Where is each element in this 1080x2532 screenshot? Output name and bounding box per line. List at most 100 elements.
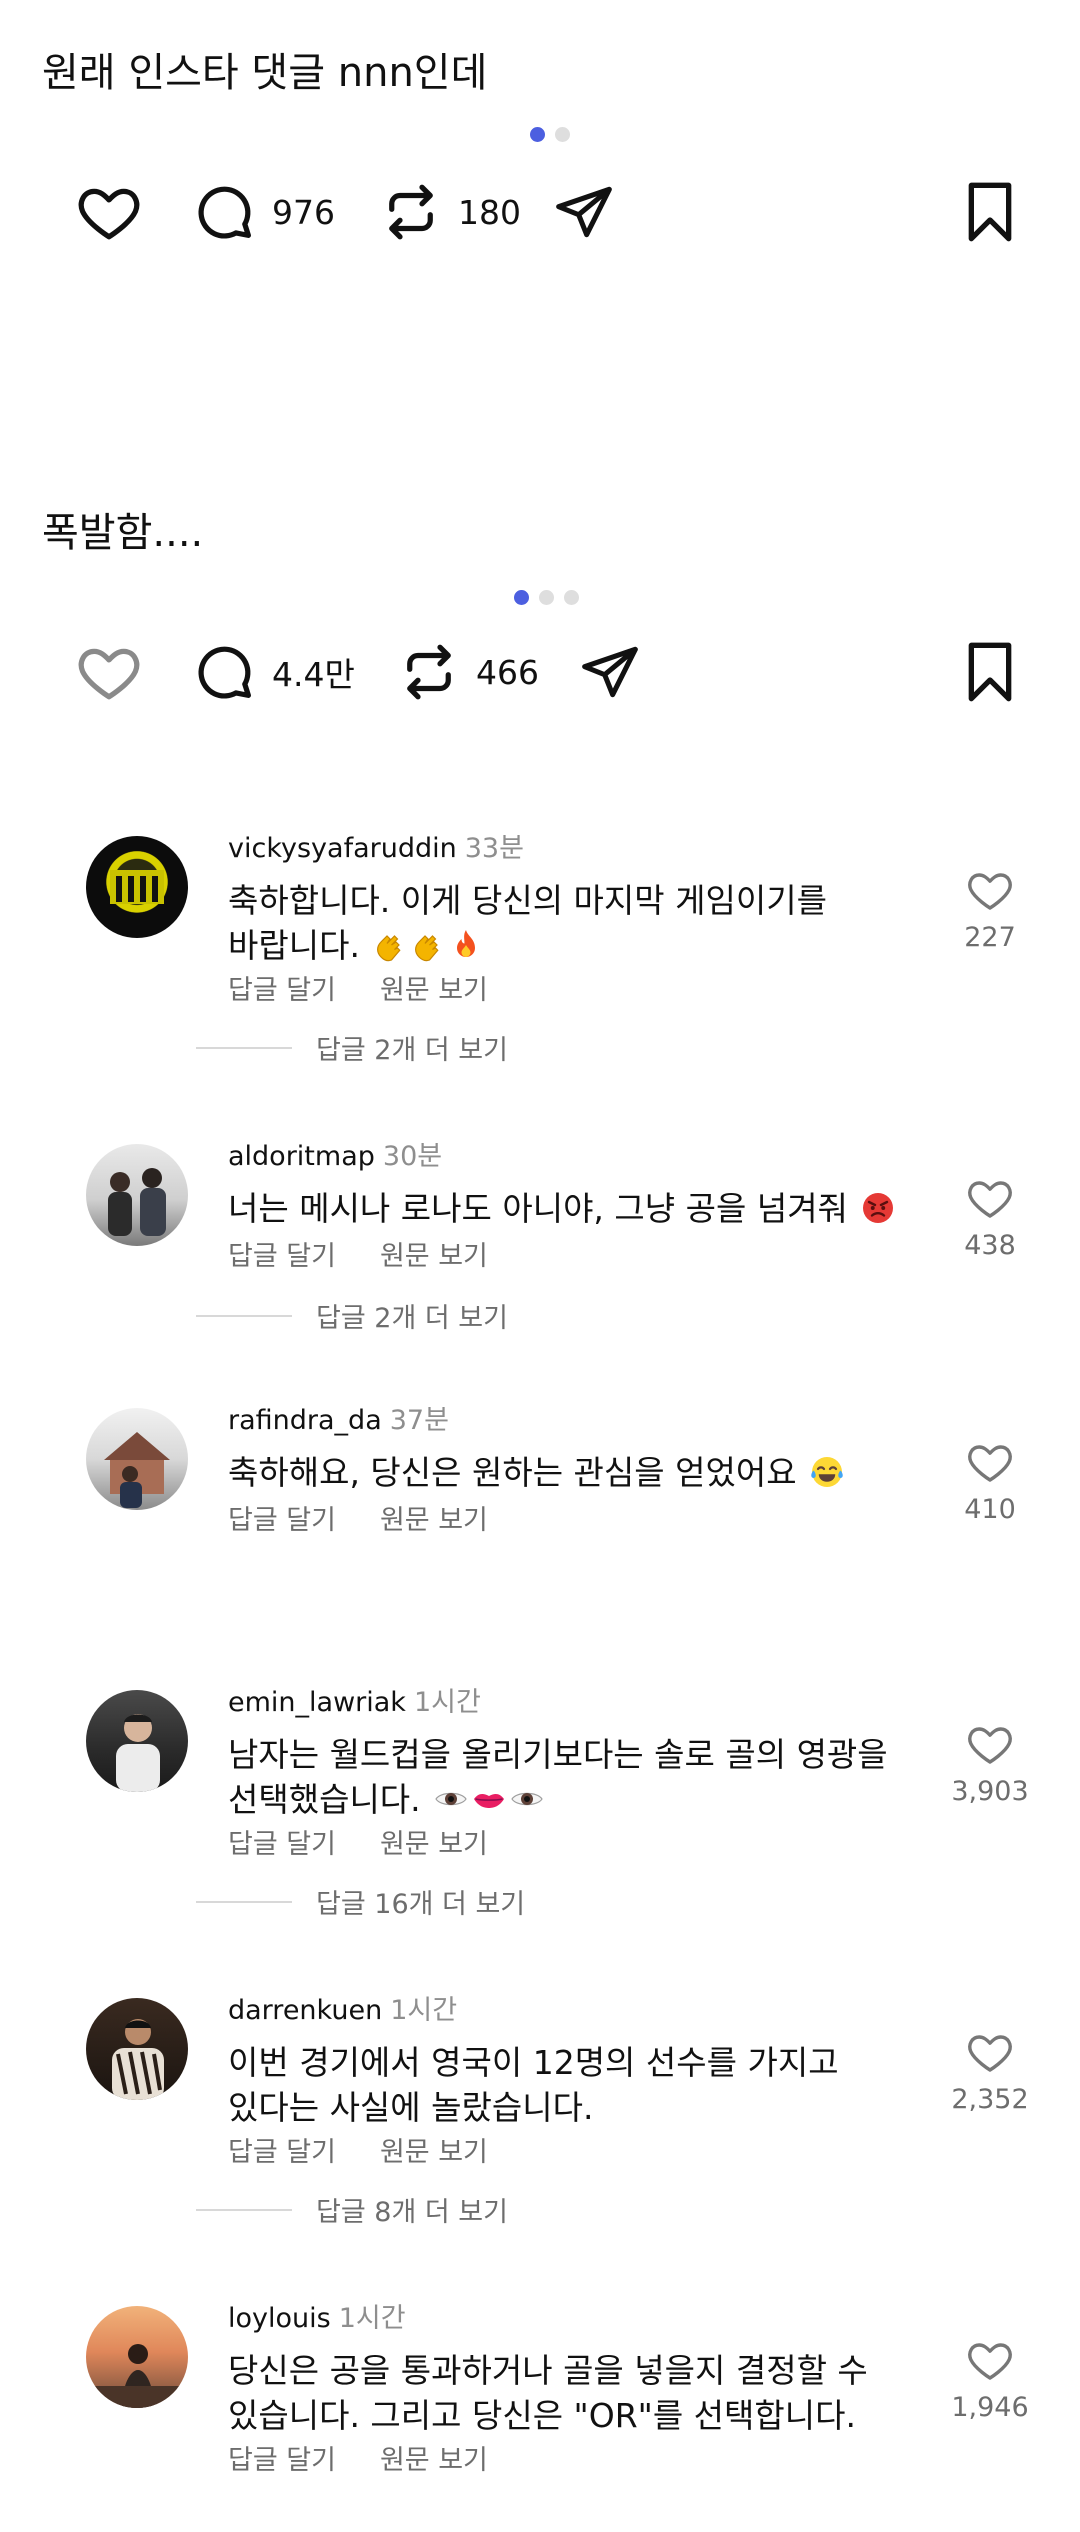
reply-button[interactable]: 답글 달기 — [228, 975, 336, 1006]
comment-meta: darrenkuen 1시간 — [228, 1988, 457, 2027]
avatar[interactable] — [86, 1690, 188, 1792]
timestamp: 1시간 — [413, 1687, 481, 1718]
bookmark-button[interactable] — [960, 180, 1020, 248]
username[interactable]: loylouis — [228, 2303, 331, 2334]
repost-icon — [389, 184, 433, 240]
comment-text: 너는 메시나 로나도 아니야, 그냥 공을 넘겨줘 — [228, 1186, 928, 1231]
timestamp: 1시간 — [390, 1995, 458, 2026]
reply-button[interactable]: 답글 달기 — [228, 1505, 336, 1536]
comment-actions: 답글 달기 원문 보기 — [228, 968, 532, 1007]
comment-item: emin_lawriak 1시간 남자는 월드컵을 올리기보다는 솔로 골의 영광… — [0, 1680, 1080, 1940]
username[interactable]: darrenkuen — [228, 1995, 382, 2026]
view-more-replies[interactable]: 답글 2개 더 보기 — [196, 1028, 508, 1067]
share-button[interactable] — [578, 632, 642, 712]
avatar-image — [104, 1432, 170, 1508]
view-original-button[interactable]: 원문 보기 — [380, 1241, 488, 1272]
avatar-image — [108, 1168, 166, 1236]
username[interactable]: emin_lawriak — [228, 1687, 406, 1718]
bookmark-icon — [968, 642, 1012, 702]
view-original-button[interactable]: 원문 보기 — [380, 2137, 488, 2168]
send-icon — [556, 186, 612, 238]
view-original-button[interactable]: 원문 보기 — [380, 2445, 488, 2476]
heart-icon — [78, 188, 140, 240]
avatar[interactable] — [86, 1998, 188, 2100]
comment-line: 이번 경기에서 영국이 12명의 선수를 가지고 — [228, 2043, 839, 2082]
share-button[interactable] — [552, 172, 616, 252]
divider — [196, 1314, 292, 1317]
view-more-replies[interactable]: 답글 2개 더 보기 — [196, 1296, 508, 1335]
view-original-button[interactable]: 원문 보기 — [380, 1505, 488, 1536]
divider — [196, 1046, 292, 1049]
reply-button[interactable]: 답글 달기 — [228, 2137, 336, 2168]
comment-meta: loylouis 1시간 — [228, 2296, 406, 2335]
reply-button[interactable]: 답글 달기 — [228, 1829, 336, 1860]
comment-text: 당신은 공을 통과하거나 골을 넣을지 결정할 수 있습니다. 그리고 당신은 … — [228, 2348, 918, 2438]
repost-count: 466 — [476, 652, 539, 692]
view-original-button[interactable]: 원문 보기 — [380, 975, 488, 1006]
comment-actions: 답글 달기 원문 보기 — [228, 2130, 532, 2169]
view-more-replies-label: 답글 8개 더 보기 — [316, 2197, 508, 2228]
bookmark-button[interactable] — [960, 640, 1020, 708]
heart-icon — [968, 1181, 1012, 1218]
view-original-button[interactable]: 원문 보기 — [380, 1829, 488, 1860]
comment-item: vickysyafaruddin 33분 축하합니다. 이게 당신의 마지막 게임… — [0, 826, 1080, 1086]
username[interactable]: aldoritmap — [228, 1141, 375, 1172]
comment-meta: vickysyafaruddin 33분 — [228, 826, 524, 865]
speech-bubble-icon — [198, 646, 251, 699]
like-count: 438 — [964, 1230, 1016, 1261]
reply-button[interactable]: 답글 달기 — [228, 2445, 336, 2476]
lips-icon — [474, 1794, 505, 1808]
like-count: 227 — [964, 922, 1016, 953]
repost-button[interactable]: 466 — [396, 632, 539, 712]
page-dot — [530, 127, 545, 142]
comment-like[interactable]: 1,946 — [940, 2336, 1040, 2423]
comment-meta: emin_lawriak 1시간 — [228, 1680, 481, 1719]
comment-button[interactable]: 976 — [192, 172, 335, 252]
avatar-image — [86, 2344, 188, 2408]
view-more-replies[interactable]: 답글 16개 더 보기 — [196, 1882, 525, 1921]
view-more-replies[interactable]: 답글 8개 더 보기 — [196, 2190, 508, 2229]
send-icon — [582, 646, 638, 698]
fire-icon — [457, 930, 476, 957]
like-button[interactable] — [76, 172, 142, 252]
divider — [196, 2208, 292, 2211]
comment-actions: 답글 달기 원문 보기 — [228, 1234, 532, 1273]
repost-button[interactable]: 180 — [378, 172, 521, 252]
post-2-caption: 폭발함.... — [42, 510, 204, 556]
avatar-image — [116, 1714, 160, 1792]
view-more-replies-label: 답글 2개 더 보기 — [316, 1035, 508, 1066]
avatar[interactable] — [86, 1144, 188, 1246]
tears-of-joy-face-icon — [811, 1457, 843, 1487]
comment-like[interactable]: 3,903 — [940, 1720, 1040, 1807]
post-2-action-bar: 4.4만 466 — [0, 632, 1080, 712]
comment-line: 남자는 월드컵을 올리기보다는 솔로 골의 영광을 — [228, 1735, 888, 1774]
avatar[interactable] — [86, 1408, 188, 1510]
comment-line: 축하합니다. 이게 당신의 마지막 게임이기를 — [228, 881, 827, 920]
comment-item: loylouis 1시간 당신은 공을 통과하거나 골을 넣을지 결정할 수 있습… — [0, 2296, 1080, 2496]
comment-like[interactable]: 2,352 — [940, 2028, 1040, 2115]
clapping-hands-icon — [377, 935, 402, 962]
comment-text: 남자는 월드컵을 올리기보다는 솔로 골의 영광을 선택했습니다. — [228, 1732, 918, 1822]
page-dot — [555, 127, 570, 142]
eye-icon — [435, 1792, 467, 1806]
username[interactable]: vickysyafaruddin — [228, 833, 457, 864]
comment-actions: 답글 달기 원문 보기 — [228, 1498, 532, 1537]
timestamp: 1시간 — [338, 2303, 406, 2334]
username[interactable]: rafindra_da — [228, 1405, 382, 1436]
comment-count: 4.4만 — [272, 655, 355, 694]
comment-like[interactable]: 227 — [940, 866, 1040, 953]
post-1-caption: 원래 인스타 댓글 nnn인데 — [42, 50, 488, 96]
like-button[interactable] — [76, 632, 142, 712]
comment-line: 당신은 공을 통과하거나 골을 넣을지 결정할 수 — [228, 2351, 868, 2390]
reply-button[interactable]: 답글 달기 — [228, 1241, 336, 1272]
comment-item: aldoritmap 30분 너는 메시나 로나도 아니야, 그냥 공을 넘겨줘 … — [0, 1134, 1080, 1354]
comment-line: 선택했습니다. — [228, 1780, 421, 1819]
timestamp: 30분 — [382, 1141, 443, 1172]
like-count: 1,946 — [951, 2392, 1029, 2423]
comment-button[interactable]: 4.4만 — [192, 632, 355, 712]
comment-like[interactable]: 438 — [940, 1174, 1040, 1261]
avatar[interactable] — [86, 2306, 188, 2408]
comment-like[interactable]: 410 — [940, 1438, 1040, 1525]
avatar[interactable] — [86, 836, 188, 938]
comment-meta: aldoritmap 30분 — [228, 1134, 442, 1173]
